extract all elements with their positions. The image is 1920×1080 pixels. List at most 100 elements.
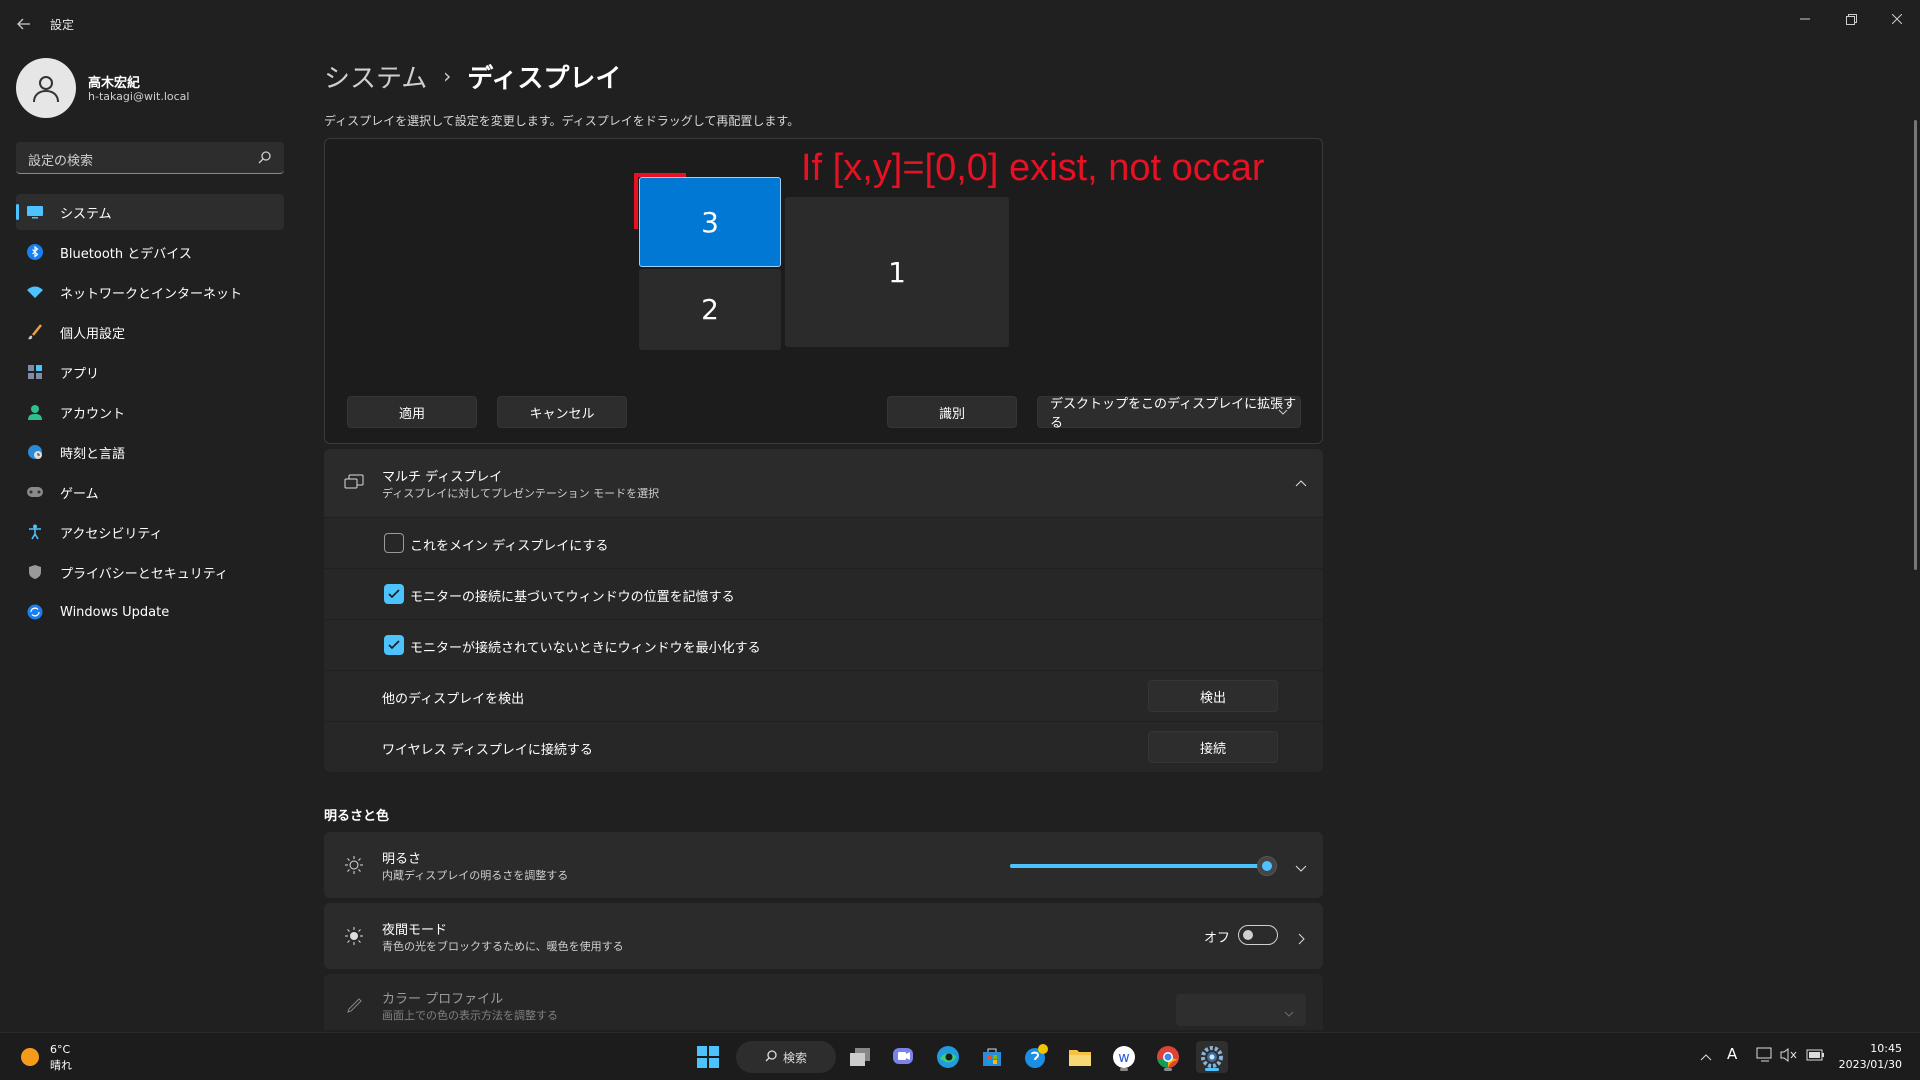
minimize-icon[interactable]	[1782, 4, 1828, 34]
start-icon[interactable]	[692, 1041, 724, 1073]
clock-date[interactable]: 2023/01/30	[1839, 1058, 1902, 1071]
monitor-1[interactable]: 1	[785, 197, 1009, 347]
extend-display-dropdown[interactable]: デスクトップをこのディスプレイに拡張する	[1037, 396, 1301, 431]
task-view-icon[interactable]	[844, 1041, 876, 1073]
sidebar-item-label: Windows Update	[60, 604, 170, 620]
connect-button[interactable]: 接続	[1148, 731, 1278, 763]
sidebar-item-gaming[interactable]: ゲーム	[16, 474, 284, 510]
chevron-up-icon[interactable]	[1295, 475, 1307, 494]
option-minimize-window[interactable]: モニターが接続されていないときにウィンドウを最小化する	[324, 620, 1323, 670]
ime-indicator[interactable]: A	[1727, 1045, 1737, 1063]
main-display-checkbox[interactable]	[384, 533, 404, 553]
night-light-state: オフ	[1204, 931, 1231, 946]
volume-muted-icon[interactable]	[1780, 1047, 1798, 1067]
monitor-3[interactable]: 3	[639, 177, 781, 267]
option-remember-window[interactable]: モニターの接続に基づいてウィンドウの位置を記憶する	[324, 569, 1323, 619]
close-icon[interactable]	[1874, 4, 1920, 34]
restore-icon[interactable]	[1828, 4, 1874, 34]
identify-button[interactable]: 識別	[887, 396, 1017, 428]
brush-icon	[26, 323, 44, 341]
sidebar-item-windows-update[interactable]: Windows Update	[16, 594, 284, 630]
chevron-up-icon[interactable]	[1700, 1049, 1712, 1068]
brightness-slider-thumb[interactable]	[1256, 856, 1277, 876]
sun-icon	[342, 853, 366, 877]
brightness-title: 明るさ	[382, 852, 422, 867]
sidebar-item-label: アカウント	[60, 406, 126, 422]
option-label: これをメイン ディスプレイにする	[410, 539, 609, 554]
store-icon[interactable]	[976, 1041, 1008, 1073]
user-profile[interactable]: 高木宏紀 h-takagi@wit.local	[16, 58, 286, 118]
settings-icon[interactable]	[1196, 1041, 1228, 1073]
chevron-down-icon	[1284, 1004, 1294, 1023]
detect-label: 他のディスプレイを検出	[382, 692, 525, 707]
wireless-display-row: ワイヤレス ディスプレイに接続する 接続	[324, 722, 1323, 772]
avatar	[16, 58, 76, 118]
clock-time[interactable]: 10:45	[1870, 1042, 1902, 1055]
cancel-button[interactable]: キャンセル	[497, 396, 627, 428]
sidebar-item-label: アクセシビリティ	[60, 526, 163, 542]
annotation-text: If [x,y]=[0,0] exist, not occar	[801, 147, 1265, 189]
weather-condition: 晴れ	[50, 1059, 72, 1072]
wifi-icon	[26, 283, 44, 301]
edge-icon[interactable]	[932, 1041, 964, 1073]
sidebar-item-label: 時刻と言語	[60, 446, 126, 462]
brightness-section-title: 明るさと色	[324, 809, 390, 824]
account-icon	[26, 403, 44, 421]
sidebar-item-apps[interactable]: アプリ	[16, 354, 284, 390]
night-light-card[interactable]: 夜間モード 青色の光をブロックするために、暖色を使用する オフ	[324, 903, 1323, 969]
minimize-window-checkbox[interactable]	[384, 635, 404, 655]
back-arrow-icon[interactable]	[10, 10, 38, 38]
multi-display-header[interactable]: マルチ ディスプレイ ディスプレイに対してプレゼンテーション モードを選択	[324, 449, 1323, 517]
sidebar-item-system[interactable]: システム	[16, 194, 284, 230]
title-bar: 設定	[0, 0, 1920, 46]
multi-display-icon	[342, 471, 366, 495]
accessibility-icon	[26, 523, 44, 541]
color-profile-subtitle: 画面上での色の表示方法を調整する	[382, 1009, 558, 1022]
color-profile-dropdown[interactable]	[1176, 994, 1306, 1026]
monitor-2[interactable]: 2	[639, 269, 781, 350]
night-light-title: 夜間モード	[382, 923, 448, 938]
battery-icon[interactable]	[1806, 1047, 1826, 1067]
brightness-slider[interactable]	[1010, 856, 1277, 876]
remember-window-checkbox[interactable]	[384, 584, 404, 604]
breadcrumb-parent[interactable]: システム	[324, 58, 427, 95]
brightness-subtitle: 内蔵ディスプレイの明るさを調整する	[382, 869, 569, 882]
apps-icon	[26, 363, 44, 381]
detect-button[interactable]: 検出	[1148, 680, 1278, 712]
detect-displays-row: 他のディスプレイを検出 検出	[324, 671, 1323, 721]
sidebar-item-bluetooth[interactable]: Bluetooth とデバイス	[16, 234, 284, 270]
file-explorer-icon[interactable]	[1064, 1041, 1096, 1073]
sidebar-item-label: システム	[60, 206, 112, 222]
apply-button[interactable]: 適用	[347, 396, 477, 428]
sidebar-item-privacy[interactable]: プライバシーとセキュリティ	[16, 554, 284, 590]
chrome-icon[interactable]	[1152, 1041, 1184, 1073]
scrollbar[interactable]	[1914, 120, 1917, 570]
taskbar-search-button[interactable]: 検索	[736, 1041, 836, 1073]
search-icon	[765, 1049, 777, 1065]
night-light-icon	[342, 924, 366, 948]
sidebar-item-label: 個人用設定	[60, 326, 126, 342]
night-light-toggle[interactable]	[1238, 925, 1278, 945]
teams-chat-icon[interactable]	[888, 1041, 920, 1073]
monitor-icon	[26, 203, 44, 221]
update-icon	[26, 603, 44, 621]
sidebar-item-accounts[interactable]: アカウント	[16, 394, 284, 430]
chevron-right-icon[interactable]	[1295, 930, 1307, 949]
tips-icon[interactable]	[1020, 1041, 1052, 1073]
option-label: モニターが接続されていないときにウィンドウを最小化する	[410, 641, 761, 656]
svg-text:w: w	[1118, 1050, 1129, 1066]
sidebar-item-label: ゲーム	[60, 486, 99, 502]
sidebar-item-time-language[interactable]: 時刻と言語	[16, 434, 284, 470]
search-input[interactable]: 設定の検索	[16, 142, 284, 174]
network-icon[interactable]	[1756, 1047, 1774, 1067]
app-w-icon[interactable]: w	[1108, 1041, 1140, 1073]
sidebar-item-label: Bluetooth とデバイス	[60, 246, 192, 262]
sidebar-item-personalization[interactable]: 個人用設定	[16, 314, 284, 350]
user-email: h-takagi@wit.local	[88, 90, 190, 103]
multi-display-subtitle: ディスプレイに対してプレゼンテーション モードを選択	[382, 487, 660, 500]
taskbar-search-label: 検索	[782, 1050, 807, 1065]
sidebar-item-accessibility[interactable]: アクセシビリティ	[16, 514, 284, 550]
sidebar-item-network[interactable]: ネットワークとインターネット	[16, 274, 284, 310]
option-main-display[interactable]: これをメイン ディスプレイにする	[324, 518, 1323, 568]
chevron-down-icon[interactable]	[1295, 859, 1307, 878]
